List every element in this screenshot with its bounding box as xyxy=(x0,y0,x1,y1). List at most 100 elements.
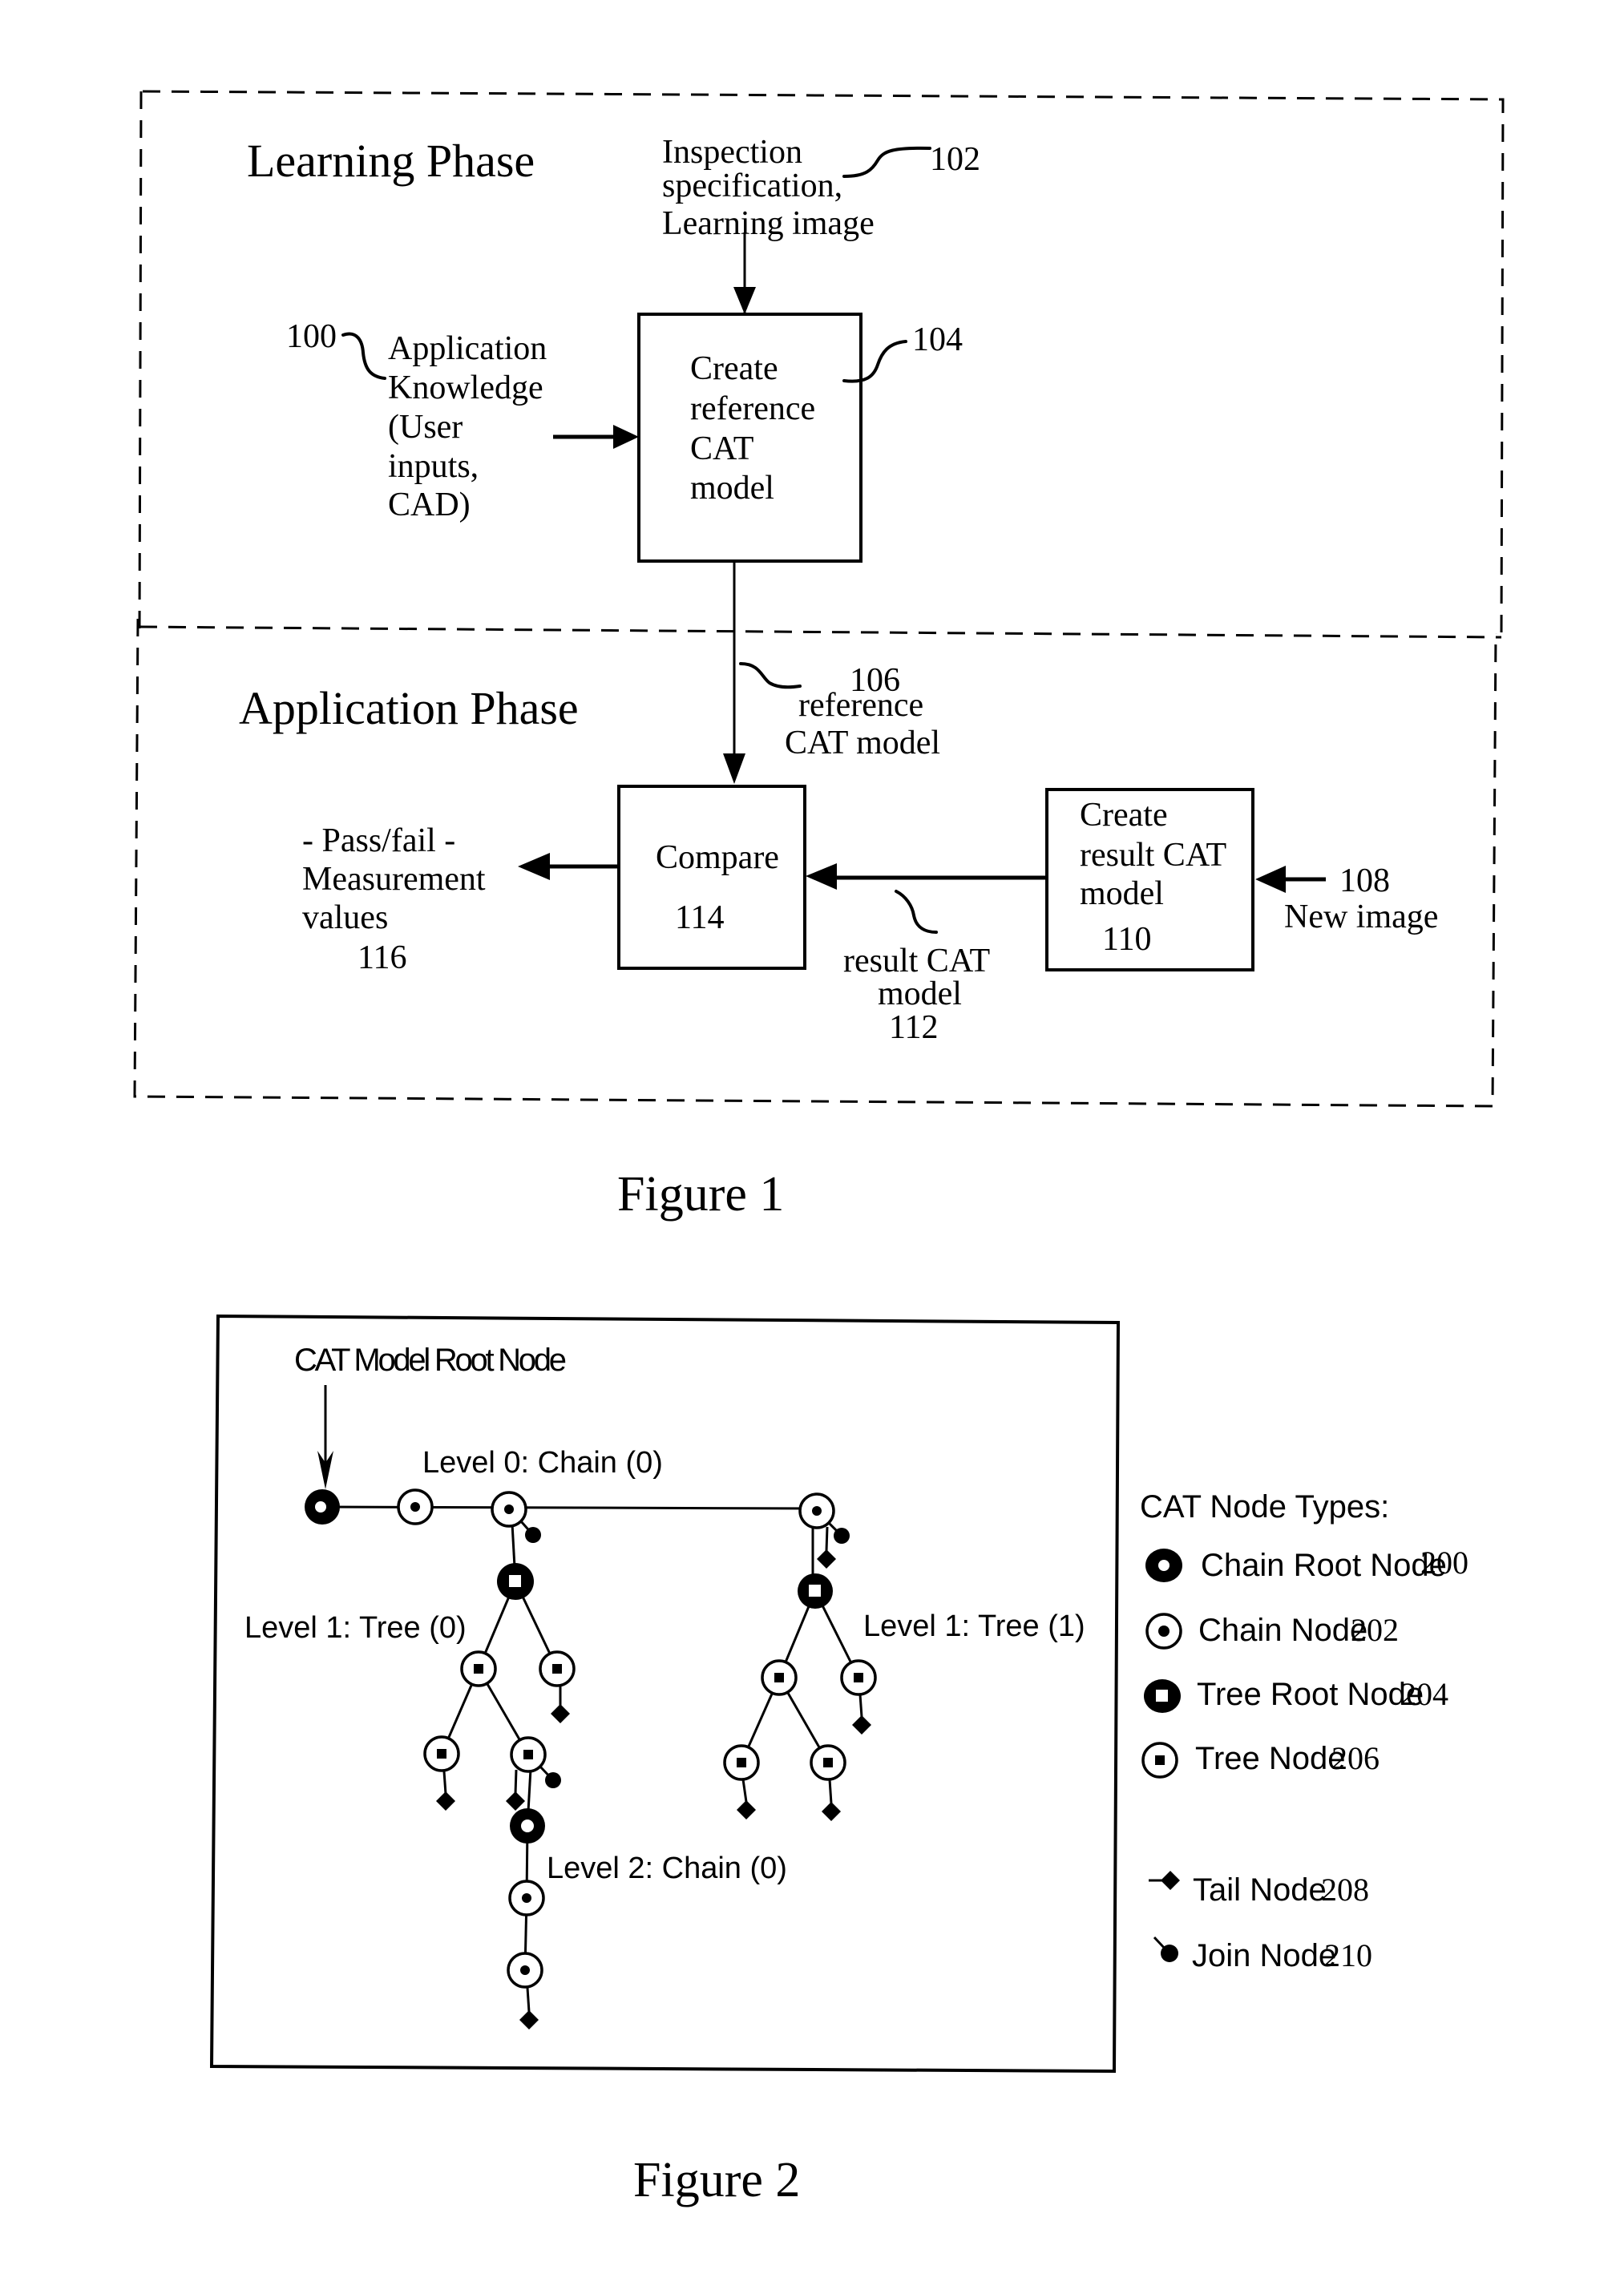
tree-node-icon xyxy=(510,1736,547,1773)
legend-ref: 206 xyxy=(1331,1740,1380,1776)
ref-106-leader xyxy=(739,662,802,689)
inspection-spec-label: Inspection specification, Learning image xyxy=(662,134,875,242)
ref-116: 116 xyxy=(358,939,406,976)
create-ref-line-4: model xyxy=(690,470,774,507)
legend-item-join: Join Node 210 xyxy=(1153,1936,1372,1973)
tree-node-icon xyxy=(539,1650,576,1687)
tail-node-icon xyxy=(822,1779,841,1821)
chain-node-icon xyxy=(798,1492,835,1529)
ref-100: 100 xyxy=(286,318,337,355)
result-model-line-2: model xyxy=(878,975,962,1012)
phase-divider xyxy=(139,625,1502,639)
figure-2-caption: Figure 2 xyxy=(633,2153,800,2207)
legend-ref: 204 xyxy=(1400,1676,1448,1712)
legend-label: Chain Root Node xyxy=(1201,1548,1447,1583)
new-image-label: New image xyxy=(1284,899,1438,935)
chain-node-icon xyxy=(507,1952,543,1989)
legend-item-tree-root: Tree Root Node 204 xyxy=(1144,1676,1448,1713)
tail-node-icon xyxy=(519,1987,539,2029)
join-node-icon xyxy=(519,1521,541,1543)
app-knowledge-line-2: Knowledge xyxy=(388,370,543,406)
cat-model-frame xyxy=(209,1314,1121,2074)
create-ref-line-2: reference xyxy=(690,390,815,427)
figure-1-caption: Figure 1 xyxy=(617,1167,784,1222)
ref-110: 110 xyxy=(1102,921,1151,958)
reference-model-line-2: CAT model xyxy=(785,725,940,761)
tail-node-icon xyxy=(436,1771,455,1811)
reference-model-line-1: reference xyxy=(798,687,923,724)
output-line-2: Measurement xyxy=(302,861,486,898)
output-line-1: - Pass/fail - xyxy=(302,822,455,859)
output-label: - Pass/fail - Measurement values 116 xyxy=(302,822,486,976)
chain-node-icon xyxy=(1145,1613,1182,1650)
tree-node-icon xyxy=(423,1735,460,1772)
ref-100-leader xyxy=(341,332,386,380)
ref-112-leader xyxy=(895,890,938,934)
tree-node-icon xyxy=(1141,1742,1178,1779)
learning-phase-title: Learning Phase xyxy=(247,135,535,187)
legend-label: Tree Node xyxy=(1195,1741,1346,1776)
chain-node-icon xyxy=(397,1488,434,1525)
app-knowledge-line-1: Application xyxy=(388,330,547,367)
tree-root-node-icon xyxy=(798,1573,833,1609)
join-node-icon xyxy=(1153,1936,1178,1962)
ref-108: 108 xyxy=(1339,862,1390,899)
tree-node-icon xyxy=(840,1659,877,1696)
chain-root-node-icon xyxy=(305,1489,340,1525)
legend-item-tail: Tail Node 208 xyxy=(1149,1871,1369,1908)
legend-ref: 200 xyxy=(1420,1545,1468,1581)
result-model-line-1: result CAT xyxy=(843,943,990,979)
level-2-chain-0-label: Level 2: Chain (0) xyxy=(547,1852,787,1885)
ref-114: 114 xyxy=(675,899,724,936)
tail-node-icon xyxy=(506,1769,525,1811)
legend-label: Chain Node xyxy=(1198,1613,1367,1648)
tree-node-icon xyxy=(810,1744,846,1781)
chain-root-node-icon xyxy=(1145,1549,1182,1582)
app-knowledge-line-3: (User xyxy=(388,409,463,446)
inspection-spec-line-2: specification, xyxy=(662,168,842,204)
chain-node-icon xyxy=(508,1880,545,1916)
tree-node-icon xyxy=(723,1744,760,1781)
output-line-3: values xyxy=(302,899,388,936)
arrowhead-left-icon xyxy=(806,863,837,890)
legend-ref: 202 xyxy=(1351,1612,1399,1648)
arrowhead-left-icon xyxy=(518,853,550,880)
create-result-line-1: Create xyxy=(1080,797,1168,834)
ref-102-leader xyxy=(842,146,931,178)
legend-title: CAT Node Types: xyxy=(1140,1489,1389,1525)
ref-102: 102 xyxy=(930,141,980,178)
app-knowledge-line-5: CAD) xyxy=(388,487,471,523)
create-ref-line-3: CAT xyxy=(690,430,753,467)
level-1-tree-1-label: Level 1: Tree (1) xyxy=(863,1609,1085,1643)
chain-node-icon xyxy=(491,1491,527,1528)
create-ref-line-1: Create xyxy=(690,350,778,387)
tail-node-icon xyxy=(1149,1871,1180,1890)
tree-nodes xyxy=(423,1650,877,1781)
tail-node-icon xyxy=(551,1686,570,1723)
compare-label: Compare xyxy=(656,839,779,876)
arrowhead-down-icon xyxy=(723,753,745,784)
arrowhead-right-icon xyxy=(613,425,639,449)
level-1-tree-0-label: Level 1: Tree (0) xyxy=(244,1611,467,1645)
legend-label: Join Node xyxy=(1192,1938,1336,1973)
tree-node-icon xyxy=(761,1659,798,1696)
compare-box xyxy=(617,785,806,970)
inspection-spec-line-1: Inspection xyxy=(662,134,802,171)
legend-item-tree: Tree Node 206 xyxy=(1141,1740,1380,1779)
ref-112: 112 xyxy=(889,1009,938,1046)
legend-item-chain-root: Chain Root Node 200 xyxy=(1145,1545,1468,1583)
arrowhead-left-icon xyxy=(1255,866,1286,893)
join-nodes xyxy=(519,1521,850,1788)
create-result-line-3: model xyxy=(1080,875,1164,912)
edge xyxy=(321,1505,818,1510)
tail-node-icon xyxy=(852,1694,871,1735)
tree-node-icon xyxy=(460,1650,497,1687)
legend-label: Tail Node xyxy=(1193,1872,1327,1908)
inspection-spec-line-3: Learning image xyxy=(662,205,875,242)
legend-ref: 210 xyxy=(1324,1937,1372,1973)
arrowhead-down-icon xyxy=(733,287,756,314)
create-result-line-2: result CAT xyxy=(1080,837,1226,874)
app-knowledge-line-4: inputs, xyxy=(388,448,479,485)
app-knowledge-label: Application Knowledge (User inputs, CAD) xyxy=(388,330,547,523)
application-phase-title: Application Phase xyxy=(239,682,579,734)
